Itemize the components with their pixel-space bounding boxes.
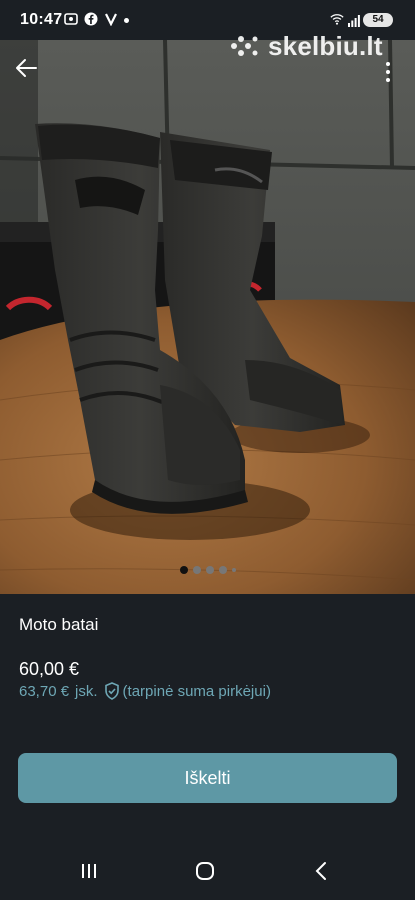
signal-icon bbox=[348, 14, 360, 27]
pagination-dot[interactable] bbox=[192, 566, 201, 574]
back-button[interactable] bbox=[10, 52, 42, 84]
bump-listing-button[interactable]: Iškelti bbox=[18, 753, 397, 803]
protected-price-row[interactable]: 63,70 € jsk. (tarpinė suma pirkėjui) bbox=[19, 682, 271, 700]
protected-price: 63,70 € bbox=[19, 682, 70, 700]
protected-price-note: (tarpinė suma pirkėjui) bbox=[122, 682, 271, 700]
brand-name: skelbiu.lt bbox=[268, 30, 383, 61]
battery-level: 54 bbox=[363, 13, 393, 27]
pagination-dot[interactable] bbox=[179, 566, 188, 574]
home-icon bbox=[196, 862, 214, 880]
gallery-pagination bbox=[0, 566, 415, 574]
listing-title: Moto batai bbox=[19, 615, 99, 634]
recent-apps-icon bbox=[82, 864, 96, 878]
skelbiu-logo-icon bbox=[231, 36, 258, 56]
pagination-dot[interactable] bbox=[218, 566, 227, 574]
notification-dot-icon bbox=[124, 18, 129, 23]
listing-price: 60,00 € bbox=[19, 659, 80, 679]
recent-apps-button[interactable] bbox=[69, 854, 109, 888]
brand-logo: skelbiu.lt bbox=[230, 30, 383, 61]
more-vert-icon bbox=[386, 62, 390, 66]
pagination-dot[interactable] bbox=[231, 568, 236, 572]
v-app-icon bbox=[104, 12, 118, 26]
back-icon bbox=[315, 862, 326, 880]
pagination-dot[interactable] bbox=[205, 566, 214, 574]
wifi-calling-icon bbox=[330, 12, 344, 26]
system-nav-bar bbox=[0, 840, 415, 900]
back-arrow-icon bbox=[16, 59, 37, 77]
status-time: 10:47 bbox=[20, 11, 63, 28]
protected-price-suffix: jsk. bbox=[75, 682, 98, 700]
screenshot-icon bbox=[64, 12, 78, 26]
home-button[interactable] bbox=[185, 854, 225, 888]
system-back-button[interactable] bbox=[301, 854, 341, 888]
shield-check-icon bbox=[104, 682, 119, 700]
facebook-icon bbox=[84, 12, 98, 26]
listing-photo[interactable] bbox=[0, 40, 415, 594]
more-options-button[interactable] bbox=[378, 58, 398, 86]
